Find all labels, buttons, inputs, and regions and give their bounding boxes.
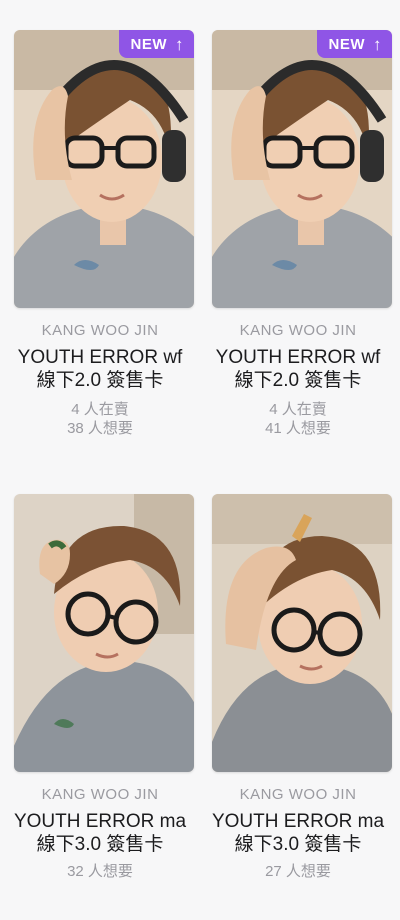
card-title-line-2: 線下3.0 簽售卡 xyxy=(234,834,362,855)
photocard-illustration xyxy=(212,30,392,308)
new-badge: NEW ↑ xyxy=(316,30,392,58)
photocard-image[interactable] xyxy=(212,494,392,772)
card-title-line-2: 線下2.0 簽售卡 xyxy=(234,370,362,391)
new-badge: NEW ↑ xyxy=(118,30,194,58)
photocard-image[interactable]: NEW ↑ xyxy=(14,30,194,308)
selling-count: 4 人在賣 xyxy=(269,401,327,418)
wanting-count: 38 人想要 xyxy=(67,420,133,437)
photocard-grid: NEW ↑ KANG WOO JIN YOUTH ERROR wf 線下2.0 … xyxy=(0,0,400,920)
photocard-illustration xyxy=(212,494,392,772)
card-title-line-2: 線下2.0 簽售卡 xyxy=(36,370,164,391)
artist-name: KANG WOO JIN xyxy=(41,322,159,339)
photocard-image[interactable]: NEW ↑ xyxy=(212,30,392,308)
card-title[interactable]: YOUTH ERROR ma 線下3.0 簽售卡 xyxy=(200,810,396,856)
new-badge-label: NEW xyxy=(130,35,167,53)
wanting-count: 32 人想要 xyxy=(67,863,133,880)
arrow-up-icon: ↑ xyxy=(175,34,184,54)
card-title[interactable]: YOUTH ERROR wf 線下2.0 簽售卡 xyxy=(200,346,396,392)
card-title-line-1: YOUTH ERROR wf xyxy=(215,347,381,368)
card-title-line-1: YOUTH ERROR ma xyxy=(211,811,385,832)
wanting-count: 27 人想要 xyxy=(265,863,331,880)
card-title-line-1: YOUTH ERROR wf xyxy=(17,347,183,368)
photocard-illustration xyxy=(14,494,194,772)
card-title-line-2: 線下3.0 簽售卡 xyxy=(36,834,164,855)
photocard-illustration xyxy=(14,30,194,308)
artist-name: KANG WOO JIN xyxy=(239,786,357,803)
arrow-up-icon: ↑ xyxy=(373,34,382,54)
card-title[interactable]: YOUTH ERROR wf 線下2.0 簽售卡 xyxy=(2,346,198,392)
selling-count: 4 人在賣 xyxy=(71,401,129,418)
photocard-image[interactable] xyxy=(14,494,194,772)
new-badge-label: NEW xyxy=(328,35,365,53)
wanting-count: 41 人想要 xyxy=(265,420,331,437)
card-title[interactable]: YOUTH ERROR ma 線下3.0 簽售卡 xyxy=(2,810,198,856)
artist-name: KANG WOO JIN xyxy=(239,322,357,339)
artist-name: KANG WOO JIN xyxy=(41,786,159,803)
card-title-line-1: YOUTH ERROR ma xyxy=(13,811,187,832)
